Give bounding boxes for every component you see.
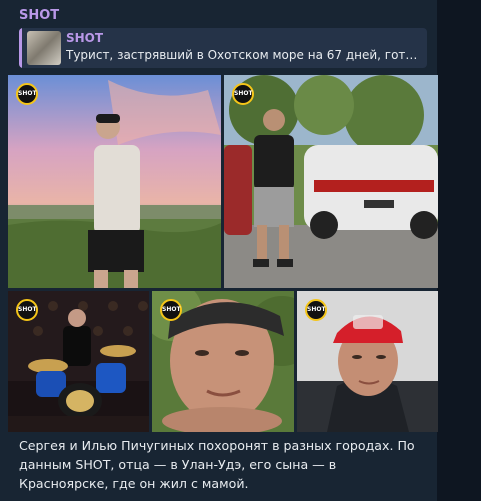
photo-3[interactable]: SHOT xyxy=(8,291,149,432)
shot-logo-icon: SHOT xyxy=(232,83,254,105)
photo-1[interactable]: SHOT xyxy=(8,75,221,288)
shot-logo-icon: SHOT xyxy=(305,299,327,321)
shot-logo-icon: SHOT xyxy=(160,299,182,321)
message-caption: Сергея и Илью Пичугиных похоронят в разн… xyxy=(19,438,415,491)
photo-2[interactable]: SHOT xyxy=(224,75,438,288)
photo-5[interactable]: SHOT xyxy=(297,291,438,432)
reply-preview[interactable]: SHOT Турист, застрявший в Охотском море … xyxy=(19,28,427,68)
photo-4[interactable]: SHOT xyxy=(152,291,294,432)
message-bubble: SHOT SHOT Турист, застрявший в Охотском … xyxy=(0,0,438,501)
reply-thumbnail xyxy=(27,31,61,65)
reply-text: Турист, застрявший в Охотском море на 67… xyxy=(66,48,421,62)
photo-2-image xyxy=(224,75,438,288)
shot-logo-icon: SHOT xyxy=(16,299,38,321)
sender-name[interactable]: SHOT xyxy=(19,8,59,23)
photo-1-image xyxy=(8,75,221,288)
reply-accent-bar xyxy=(19,28,22,68)
shot-logo-icon: SHOT xyxy=(16,83,38,105)
reply-title: SHOT xyxy=(66,31,104,45)
